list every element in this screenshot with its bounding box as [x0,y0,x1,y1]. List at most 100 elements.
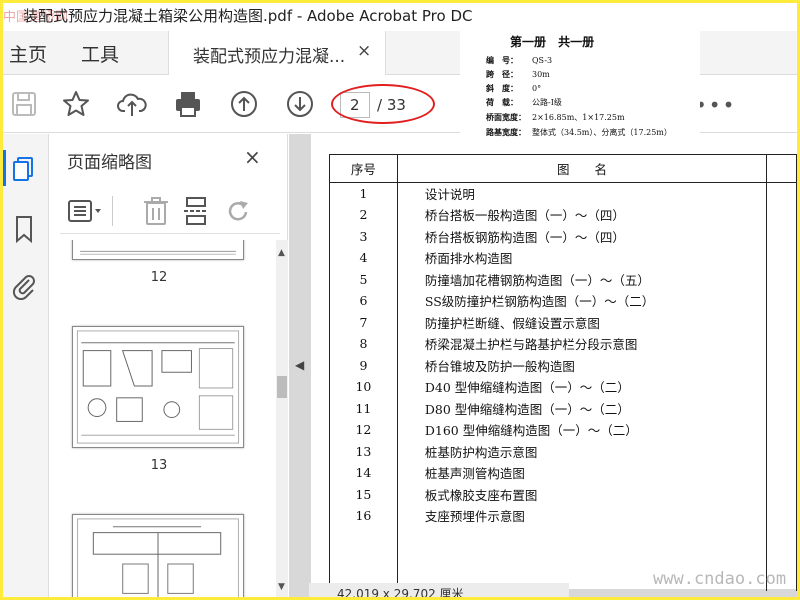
row-number: 6 [329,290,398,312]
cloud-upload-icon[interactable] [117,89,147,119]
row-extra [766,354,797,376]
options-menu-icon[interactable] [68,198,104,224]
tools-divider [112,196,113,226]
row-number: 3 [329,225,398,247]
row-extra [766,247,797,269]
info-row: 编 号： QS-3 [486,55,553,65]
row-extra [766,268,797,290]
table-row: 16 支座预埋件示意图 [329,505,797,527]
navigation-pane [3,134,49,597]
tab-home[interactable]: 主页 [9,40,47,67]
row-number: 15 [329,483,398,505]
row-extra [766,225,797,247]
row-drawing-name: 防撞护栏断缝、假缝设置示意图 [396,311,768,333]
table-row: 10 D40 型伸缩缝构造图（一）～（二） [329,376,797,398]
active-indicator [3,150,6,186]
row-extra [766,204,797,226]
row-extra [766,505,797,527]
scroll-down-icon[interactable]: ▼ [278,582,285,592]
row-number: 5 [329,268,398,290]
attachment-icon[interactable] [9,270,39,301]
info-row: 路基宽度： 整体式（34.5m）、分离式（17.25m） [486,127,672,137]
scrollbar-thumb[interactable] [277,376,287,398]
close-panel-button[interactable]: × [244,145,261,169]
page-thumbnails-icon[interactable] [9,154,39,184]
row-number: 16 [329,505,398,527]
thumbnails-panel: 页面缩略图 × 12 13 ▲ ▼ [50,134,288,597]
page-thumbnail[interactable] [72,326,244,448]
site-watermark: www.cndao.com [653,569,787,589]
star-icon[interactable] [61,89,91,119]
row-number: 9 [329,354,398,376]
table-row: 14 桩基声测管构造图 [329,462,797,484]
thumbnail-scrollbar[interactable]: ▲ ▼ [276,240,288,597]
row-drawing-name: 支座预埋件示意图 [396,505,768,527]
rotate-icon[interactable] [224,196,252,226]
more-tools-icon[interactable]: ••• [695,93,736,117]
thumbnail-page-number: 13 [150,458,168,473]
row-extra [766,548,797,570]
row-drawing-name: 桥台锥坡及防护一般构造图 [396,354,768,376]
header-extra [766,154,797,183]
tab-tools[interactable]: 工具 [81,40,119,67]
acrobat-window: 中国道桥网 装配式预应力混凝土箱梁公用构造图.pdf - Adobe Acrob… [3,3,797,597]
row-number [329,548,398,570]
row-extra [766,397,797,419]
table-row: 4 桥面排水构造图 [329,247,797,269]
row-drawing-name: D40 型伸缩缝构造图（一）～（二） [396,376,768,398]
thumbnail-page-number: 12 [150,270,168,285]
title-bar: 中国道桥网 装配式预应力混凝土箱梁公用构造图.pdf - Adobe Acrob… [3,3,797,31]
table-row [329,548,797,570]
drawing-index-table: 序号 图 名 1 设计说明 2 桥台搭板一般构造图（一）～（四） 3 桥台搭板钢筋构造图（… [329,154,797,591]
row-extra [766,440,797,462]
row-drawing-name [396,526,768,548]
print-icon[interactable] [173,89,203,119]
table-row: 7 防撞护栏断缝、假缝设置示意图 [329,311,797,333]
table-row: 11 D80 型伸缩缝构造图（一）～（二） [329,397,797,419]
previous-page-icon[interactable] [229,89,259,119]
row-number: 11 [329,397,398,419]
document-view: ◀ 序号 图 名 1 设计说明 2 桥台搭板一般构造图（一）～（四） 3 桥台搭板钢筋构造… [289,134,797,597]
row-extra [766,419,797,441]
table-header-row: 序号 图 名 [329,154,797,183]
document-tab[interactable]: 装配式预应力混凝... × [168,31,386,76]
row-extra [766,182,797,204]
extract-page-icon[interactable] [182,196,210,226]
table-row [329,526,797,548]
row-extra [766,526,797,548]
collapse-panel-icon[interactable]: ◀ [295,358,304,372]
table-row: 8 桥梁混凝土护栏与路基护栏分段示意图 [329,333,797,355]
info-row: 桥面宽度： 2×16.85m、1×17.25m [486,112,625,122]
row-number: 13 [329,440,398,462]
annotation-ellipse [331,84,435,124]
table-row: 1 设计说明 [329,182,797,204]
save-icon[interactable] [9,89,39,119]
row-drawing-name: 防撞墙加花槽钢筋构造图（一）～（五） [396,268,768,290]
row-number: 8 [329,333,398,355]
thumbnail-list: 12 13 [50,240,276,597]
document-tab-label: 装配式预应力混凝... [193,47,346,67]
row-drawing-name: 桩基声测管构造图 [396,462,768,484]
info-row: 斜 度： 0° [486,83,542,93]
row-extra [766,311,797,333]
bookmark-icon[interactable] [9,214,39,244]
scroll-up-icon[interactable]: ▲ [278,248,285,258]
window-title: 装配式预应力混凝土箱梁公用构造图.pdf - Adobe Acrobat Pro… [23,7,473,25]
table-row: 3 桥台搭板钢筋构造图（一）～（四） [329,225,797,247]
row-drawing-name: 桥面排水构造图 [396,247,768,269]
row-drawing-name: 桥台搭板钢筋构造图（一）～（四） [396,225,768,247]
page-thumbnail[interactable] [72,514,244,597]
row-number: 4 [329,247,398,269]
row-drawing-name: D160 型伸缩缝构造图（一）～（二） [396,419,768,441]
table-row: 6 SS级防撞护栏钢筋构造图（一）～（二） [329,290,797,312]
next-page-icon[interactable] [285,89,315,119]
row-extra [766,333,797,355]
close-tab-button[interactable]: × [357,41,371,61]
row-drawing-name [396,548,768,570]
page-thumbnail[interactable] [72,240,244,260]
row-drawing-name: 桥台搭板一般构造图（一）～（四） [396,204,768,226]
info-row: 荷 载： 公路-Ⅰ级 [486,97,562,107]
delete-page-icon[interactable] [142,196,170,226]
table-row: 13 桩基防护构造示意图 [329,440,797,462]
row-drawing-name: 板式橡胶支座布置图 [396,483,768,505]
